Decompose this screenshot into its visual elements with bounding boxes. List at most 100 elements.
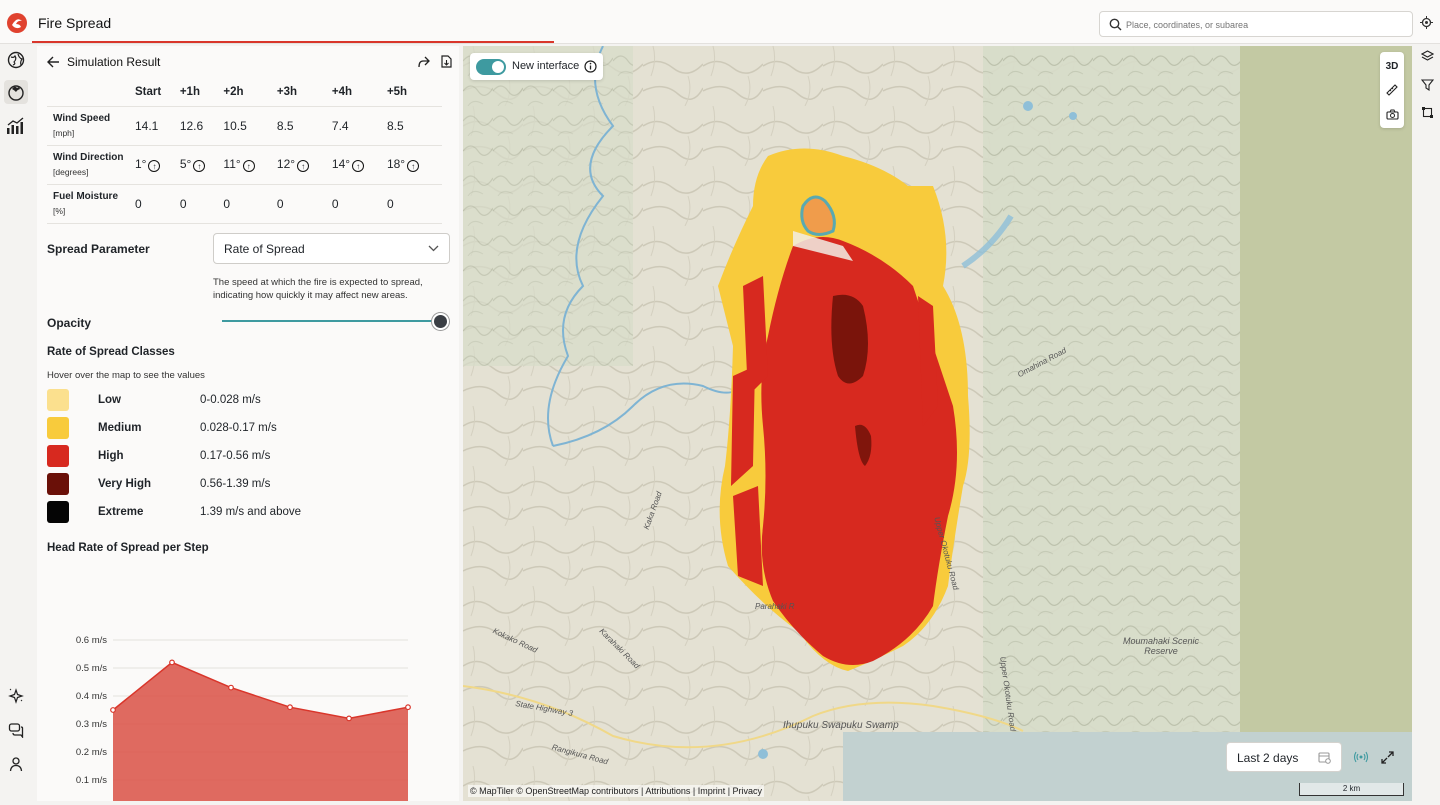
draw-area-button[interactable] <box>1419 104 1435 120</box>
table-header-cell: +2h <box>223 78 277 107</box>
measure-button[interactable] <box>1380 78 1404 102</box>
nav-ai-button[interactable] <box>4 684 28 708</box>
legend-range: 0.17-0.56 m/s <box>200 450 271 462</box>
data-point <box>346 715 352 722</box>
right-tool-rail <box>1414 44 1440 805</box>
data-point <box>110 707 116 713</box>
table-cell: 0 <box>331 184 387 224</box>
search-input[interactable] <box>1126 16 1406 33</box>
ruler-icon <box>1386 84 1398 96</box>
y-tick-label: 0.1 m/s <box>76 775 107 786</box>
cell-value: 11° <box>223 156 241 171</box>
search-box[interactable] <box>1099 11 1413 37</box>
map-view[interactable]: Omahina Road Upper Okotuku Road Kaka Roa… <box>463 46 1412 801</box>
new-interface-toggle[interactable]: New interface <box>470 53 603 80</box>
panel-title: Simulation Result <box>67 55 161 69</box>
opacity-slider-thumb[interactable] <box>432 313 449 330</box>
layers-icon <box>1420 49 1434 61</box>
filter-button[interactable] <box>1419 76 1435 92</box>
row-label-text: Wind Speed <box>53 112 111 124</box>
spread-parameter-value: Rate of Spread <box>224 242 305 256</box>
legend-range: 0.56-1.39 m/s <box>200 478 271 490</box>
export-document-icon[interactable] <box>441 55 452 68</box>
map-attribution[interactable]: © MapTiler © OpenStreetMap contributors … <box>468 785 765 797</box>
legend-swatch <box>47 445 69 467</box>
camera-icon <box>1385 109 1399 120</box>
table-header-cell: +1h <box>179 78 224 107</box>
row-label-text: Fuel Moisture <box>53 190 119 202</box>
layers-button[interactable] <box>1419 48 1435 64</box>
table-cell: 0 <box>223 184 277 224</box>
table-cell: 12° ↑ <box>276 145 332 185</box>
chevron-down-icon <box>428 245 439 252</box>
nav-analytics-button[interactable] <box>4 114 28 138</box>
map-label: Moumahaki Scenic Reserve <box>1122 636 1200 656</box>
legend-item: Very High 0.56-1.39 m/s <box>47 473 447 495</box>
legend-name: Extreme <box>98 506 144 518</box>
share-icon[interactable] <box>417 56 430 68</box>
legend-name: High <box>98 450 124 462</box>
table-cell: 7.4 <box>331 106 387 146</box>
locate-icon[interactable] <box>1420 16 1433 29</box>
legend-swatch <box>47 501 69 523</box>
expand-icon <box>1380 750 1394 764</box>
broadcast-icon <box>1353 751 1369 763</box>
table-cell: 14.1 <box>135 106 180 146</box>
opacity-slider-track[interactable] <box>222 320 436 322</box>
row-label-text: Wind Direction <box>53 151 124 163</box>
top-bar: Fire Spread <box>0 0 1440 44</box>
opacity-label: Opacity <box>47 316 92 330</box>
screenshot-button[interactable] <box>1380 102 1404 126</box>
legend-item: Medium 0.028-0.17 m/s <box>47 417 447 439</box>
weather-table: Start +1h +2h +3h +4h +5h Wind Speed [mph… <box>47 78 442 224</box>
wind-direction-icon: ↑ <box>242 160 255 173</box>
data-point <box>169 659 175 666</box>
chart-icon <box>7 117 24 134</box>
back-arrow-icon[interactable] <box>47 56 60 68</box>
nav-chat-button[interactable] <box>4 718 28 742</box>
row-label: Wind Speed [mph] <box>47 106 135 146</box>
info-icon[interactable] <box>584 60 597 73</box>
panel-header: Simulation Result <box>47 54 452 74</box>
date-range-select[interactable]: Last 2 days <box>1226 742 1342 772</box>
wind-direction-icon: ↑ <box>148 160 161 173</box>
user-icon <box>9 757 23 772</box>
3d-button[interactable]: 3D <box>1380 54 1404 78</box>
nav-globe-button[interactable] <box>4 48 28 72</box>
scale-bar: 2 km <box>1299 783 1404 796</box>
table-cell: 0 <box>276 184 332 224</box>
sparkle-icon <box>8 688 24 704</box>
wind-direction-icon: ↑ <box>193 160 206 173</box>
calendar-icon <box>1318 752 1331 764</box>
globe-icon <box>7 51 25 69</box>
legend-name: Medium <box>98 422 142 434</box>
simulation-result-panel: Simulation Result Start +1h +2h +3h +4h … <box>37 46 459 801</box>
table-row: Wind Speed [mph] 14.1 12.6 10.5 8.5 7.4 8… <box>47 106 442 146</box>
legend-name: Low <box>98 394 121 406</box>
table-cell: 18° ↑ <box>386 145 442 185</box>
row-unit: [%] <box>53 205 66 216</box>
fullscreen-button[interactable] <box>1376 746 1398 768</box>
nav-user-button[interactable] <box>4 752 28 776</box>
cell-value: 18° <box>386 156 406 171</box>
live-button[interactable] <box>1350 746 1372 768</box>
legend-swatch <box>47 417 69 439</box>
row-unit: [mph] <box>53 127 75 138</box>
table-cell: 12.6 <box>179 106 224 146</box>
y-tick-label: 0.2 m/s <box>76 747 107 758</box>
table-cell: 0 <box>135 184 180 224</box>
toggle-switch[interactable] <box>476 59 506 75</box>
crop-icon <box>1421 106 1433 118</box>
y-tick-label: 0.3 m/s <box>76 719 107 730</box>
spread-parameter-label: Spread Parameter <box>47 242 150 256</box>
chart-title: Head Rate of Spread per Step <box>47 542 209 554</box>
nav-fire-spread-button[interactable] <box>4 80 28 104</box>
legend-item: Low 0-0.028 m/s <box>47 389 447 411</box>
table-cell: 14° ↑ <box>331 145 387 185</box>
legend-swatch <box>47 389 69 411</box>
spread-parameter-select[interactable]: Rate of Spread <box>213 233 450 264</box>
date-range-value: Last 2 days <box>1237 751 1299 765</box>
row-label: Fuel Moisture [%] <box>47 184 135 224</box>
app-logo-icon[interactable] <box>6 12 28 34</box>
table-cell: 0 <box>179 184 224 224</box>
